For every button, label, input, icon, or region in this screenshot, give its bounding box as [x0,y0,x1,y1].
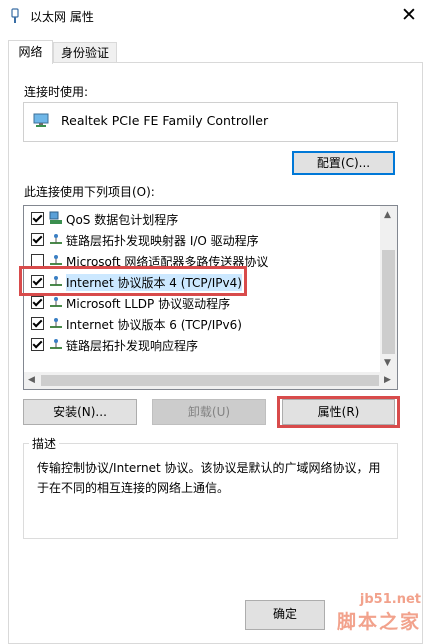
scroll-thumb[interactable] [382,250,395,354]
connect-using-label: 连接时使用: [24,85,89,99]
list-item[interactable]: 链路层拓扑发现映射器 I/O 驱动程序 [24,230,378,250]
device-name: Realtek PCIe FE Family Controller [61,113,269,128]
horizontal-scrollbar[interactable]: ◀ ▶ [24,372,397,389]
items-label: 此连接使用下列项目(O): [24,185,155,199]
item-checkbox[interactable] [31,338,44,351]
configure-button[interactable]: 配置(C)... [292,151,395,175]
protocol-icon [50,234,62,244]
tab-authentication[interactable]: 身份验证 [53,42,117,63]
scroll-thumb[interactable] [41,375,379,386]
item-checkbox[interactable] [31,317,44,330]
watermark-name: 脚本之家 [336,611,421,633]
description-label: 描述 [29,435,60,452]
device-field: Realtek PCIe FE Family Controller [23,102,398,142]
description-text: 传输控制协议/Internet 协议。该协议是默认的广域网络协议，用于在不同的相… [37,461,381,495]
item-label: 链路层拓扑发现映射器 I/O 驱动程序 [66,234,259,248]
item-label: Microsoft LLDP 协议驱动程序 [66,297,231,311]
annotation-highlight [277,396,400,428]
item-label: Internet 协议版本 6 (TCP/IPv6) [66,318,242,332]
network-adapter-icon [33,113,49,127]
item-label: 链路层拓扑发现响应程序 [66,339,199,353]
list-item[interactable]: Internet 协议版本 6 (TCP/IPv6) [24,314,378,334]
install-button[interactable]: 安装(N)... [23,399,137,425]
scroll-left-icon[interactable]: ◀ [28,375,35,385]
close-button[interactable]: ✕ [385,0,429,32]
list-item[interactable]: Microsoft LLDP 协议驱动程序 [24,293,378,313]
network-service-icon [49,211,62,224]
item-label: QoS 数据包计划程序 [66,213,179,227]
scroll-down-icon[interactable]: ▼ [384,358,391,368]
item-checkbox[interactable] [31,296,44,309]
window-title: 以太网 属性 [30,10,94,24]
list-item[interactable]: QoS 数据包计划程序 [24,209,378,229]
watermark: jb51.net 脚本之家 [337,592,421,634]
annotation-highlight [19,266,247,296]
uninstall-button[interactable]: 卸载(U) [152,399,266,425]
item-checkbox[interactable] [31,212,44,225]
components-list[interactable]: QoS 数据包计划程序 链路层拓扑发现映射器 I/O 驱动程序 Microsof… [23,205,398,390]
ok-button[interactable]: 确定 [245,600,325,630]
protocol-icon [50,297,62,307]
item-checkbox[interactable] [31,233,44,246]
close-icon: ✕ [401,4,417,26]
protocol-icon [50,255,62,265]
protocol-icon [50,318,62,328]
list-item[interactable]: 链路层拓扑发现响应程序 [24,335,378,355]
title-bar: 以太网 属性 ✕ [0,0,429,32]
tab-network[interactable]: 网络 [8,40,53,64]
scroll-up-icon[interactable]: ▲ [384,210,391,220]
scroll-right-icon[interactable]: ▶ [384,375,391,385]
vertical-scrollbar[interactable]: ▲ ▼ [380,206,397,372]
protocol-icon [50,339,62,349]
network-adapter-icon [11,8,19,23]
watermark-url: jb51.net [359,592,421,607]
